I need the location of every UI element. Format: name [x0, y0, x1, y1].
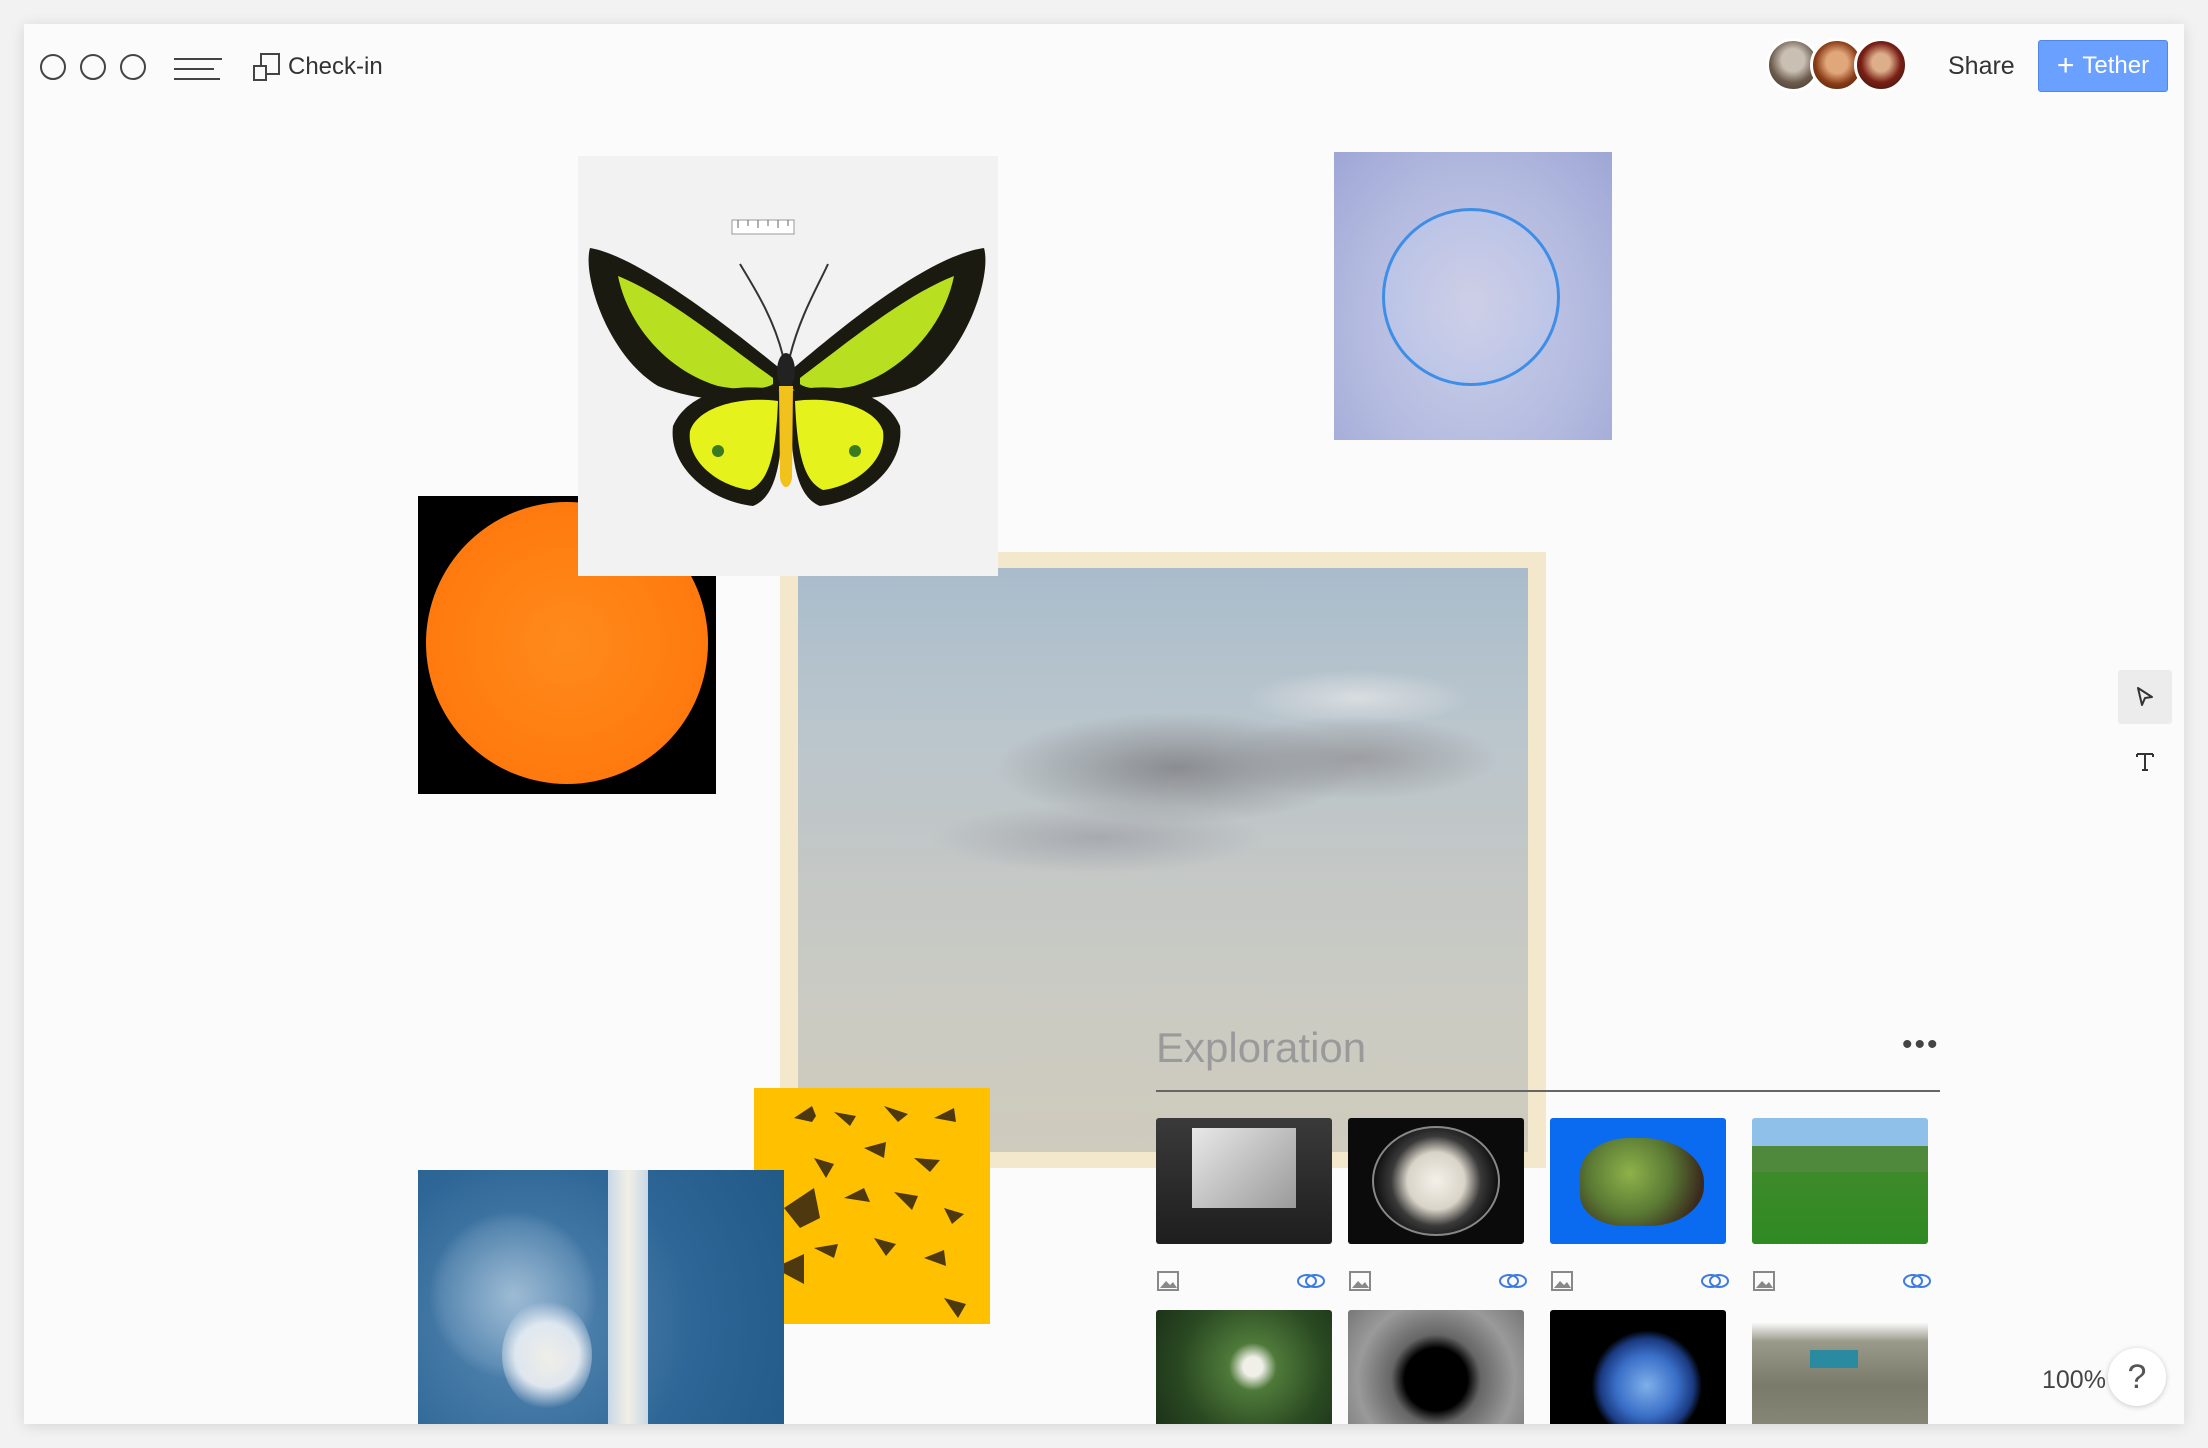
text-icon [2136, 753, 2154, 771]
image-icon [1753, 1271, 1775, 1291]
exploration-thumbnail[interactable] [1550, 1118, 1726, 1244]
image-icon [1349, 1271, 1371, 1291]
board-icon [253, 53, 280, 81]
collaborator-avatars[interactable] [1766, 38, 1908, 92]
cyanotype-stem [608, 1170, 648, 1424]
bubble-image[interactable] [1334, 152, 1612, 440]
butterfly-image[interactable] [578, 156, 998, 576]
butterfly-icon [588, 219, 986, 506]
select-tool[interactable] [2118, 670, 2172, 724]
image-icon [1157, 1271, 1179, 1291]
moths-icon [774, 1106, 966, 1318]
cloud-painting-image[interactable] [780, 552, 1546, 1168]
window-maximize-icon[interactable] [120, 54, 146, 80]
window-close-icon[interactable] [40, 54, 66, 80]
link-icon[interactable] [1296, 1270, 1326, 1292]
plus-icon: + [2056, 49, 2075, 82]
board-title-text: Check-in [288, 53, 383, 80]
cyanotype-image[interactable] [418, 1170, 784, 1424]
tether-label: Tether [2082, 52, 2150, 79]
tool-palette [2118, 670, 2172, 788]
exploration-thumbnail[interactable] [1752, 1118, 1928, 1244]
link-icon[interactable] [1902, 1270, 1932, 1292]
exploration-thumbnail[interactable] [1550, 1310, 1726, 1424]
link-icon[interactable] [1498, 1270, 1528, 1292]
cyanotype-seeds [428, 1210, 598, 1380]
exploration-thumbnail[interactable] [1752, 1310, 1928, 1424]
zoom-level[interactable]: 100% [2042, 1366, 2106, 1395]
image-icon [1551, 1271, 1573, 1291]
exploration-title[interactable]: Exploration [1156, 1024, 1366, 1072]
share-button[interactable]: Share [1948, 52, 2015, 81]
help-icon: ? [2127, 1357, 2147, 1396]
link-icon[interactable] [1700, 1270, 1730, 1292]
avatar[interactable] [1854, 38, 1908, 92]
board-title[interactable]: Check-in [252, 52, 383, 82]
exploration-thumbnail[interactable] [1156, 1310, 1332, 1424]
exploration-thumbnail[interactable] [1156, 1118, 1332, 1244]
board-canvas[interactable]: Check-in Share + Tether Exploration ••• … [24, 24, 2184, 1424]
exploration-thumbnail[interactable] [1348, 1310, 1524, 1424]
moths-image[interactable] [754, 1088, 990, 1324]
help-button[interactable]: ? [2108, 1348, 2166, 1406]
exploration-thumbnail[interactable] [1348, 1118, 1524, 1244]
more-options-icon[interactable]: ••• [1902, 1030, 1940, 1060]
tether-button[interactable]: + Tether [2038, 40, 2168, 92]
text-tool[interactable] [2118, 734, 2172, 788]
window-minimize-icon[interactable] [80, 54, 106, 80]
bubble-sphere [1382, 208, 1560, 386]
exploration-divider [1156, 1090, 1940, 1092]
cursor-icon [2137, 687, 2153, 706]
menu-icon[interactable] [174, 57, 222, 81]
